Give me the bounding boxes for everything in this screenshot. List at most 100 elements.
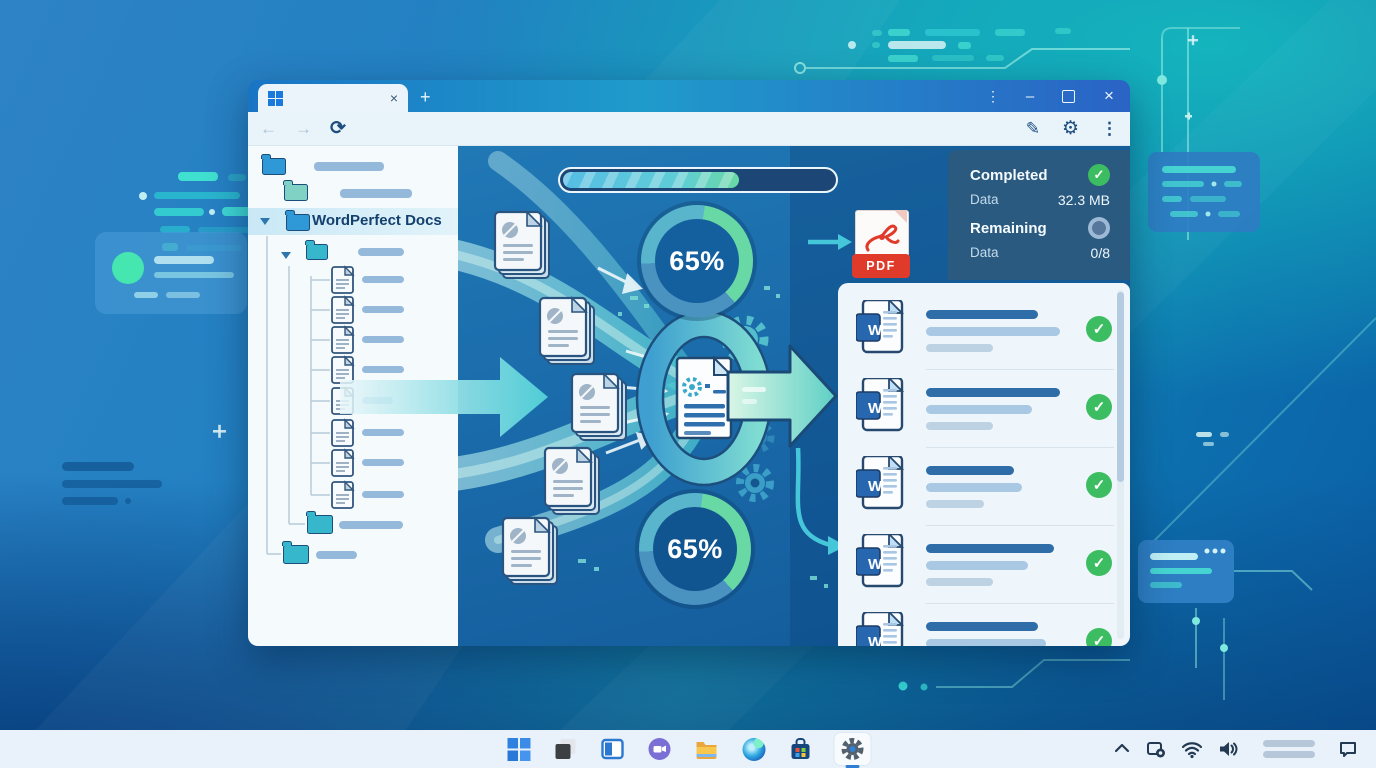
folder-icon bbox=[307, 515, 333, 534]
svg-text:W: W bbox=[868, 322, 883, 339]
gear-icon[interactable]: ⚙ bbox=[1062, 119, 1079, 138]
clock-placeholder[interactable] bbox=[1263, 740, 1315, 758]
file-line-placeholder bbox=[926, 578, 993, 586]
file-title-placeholder bbox=[926, 466, 1014, 475]
tab-close-icon[interactable]: × bbox=[390, 91, 398, 105]
file-explorer-icon[interactable] bbox=[694, 736, 720, 762]
widgets-icon[interactable] bbox=[600, 736, 626, 762]
remaining-status-icon bbox=[1088, 217, 1110, 239]
folder-name-placeholder bbox=[340, 189, 412, 198]
word-file-icon: W bbox=[856, 456, 904, 510]
maximize-button[interactable] bbox=[1053, 80, 1083, 112]
edge-browser-icon[interactable] bbox=[741, 736, 767, 762]
tray-chevron-up-icon[interactable] bbox=[1113, 740, 1131, 758]
progress-ring-bottom-value: 65% bbox=[667, 534, 723, 565]
check-icon: ✓ bbox=[1086, 472, 1112, 498]
stats-panel: Completed ✓ Data 32.3 MB Remaining Data … bbox=[948, 150, 1130, 280]
file-name-placeholder[interactable] bbox=[362, 397, 393, 404]
remaining-data-label: Data bbox=[970, 245, 999, 260]
completed-title: Completed bbox=[970, 167, 1048, 184]
minimize-button[interactable]: – bbox=[1015, 80, 1045, 112]
file-line-placeholder bbox=[926, 500, 984, 508]
check-icon: ✓ bbox=[1086, 550, 1112, 576]
converted-file-row[interactable]: W ✓ bbox=[838, 534, 1130, 612]
converted-file-row[interactable]: W ✓ bbox=[838, 300, 1130, 378]
row-divider bbox=[926, 603, 1114, 604]
folder-icon bbox=[262, 158, 286, 175]
refresh-icon[interactable]: ⟳ bbox=[330, 119, 346, 138]
converted-files-panel: W ✓ W ✓ W bbox=[838, 283, 1130, 646]
notification-bubble-icon[interactable] bbox=[1338, 739, 1358, 759]
file-name-placeholder[interactable] bbox=[362, 366, 404, 373]
progress-bar bbox=[558, 167, 838, 193]
chat-icon[interactable] bbox=[647, 736, 673, 762]
store-icon[interactable] bbox=[788, 736, 814, 762]
row-divider bbox=[926, 525, 1114, 526]
converted-file-row[interactable]: W ✓ bbox=[838, 612, 1130, 646]
file-title-placeholder bbox=[926, 310, 1038, 319]
svg-text:W: W bbox=[868, 634, 883, 646]
file-line-placeholder bbox=[926, 344, 993, 352]
completed-check-icon: ✓ bbox=[1088, 164, 1110, 186]
row-divider bbox=[926, 369, 1114, 370]
file-name-placeholder[interactable] bbox=[362, 276, 404, 283]
completed-data-label: Data bbox=[970, 192, 999, 207]
progress-ring-top-value: 65% bbox=[669, 246, 725, 277]
folder-name-placeholder bbox=[358, 248, 404, 256]
chevron-down-icon[interactable] bbox=[281, 252, 291, 259]
word-file-icon: W bbox=[856, 378, 904, 432]
folder-icon bbox=[286, 214, 310, 231]
file-name-placeholder[interactable] bbox=[362, 306, 404, 313]
file-line-placeholder bbox=[926, 483, 1022, 492]
file-title-placeholder bbox=[926, 622, 1038, 631]
tray-device-icon[interactable] bbox=[1146, 739, 1166, 759]
browser-window: × + ⋮ – × ← → ⟳ ✎ ⚙ ⋮ bbox=[248, 80, 1130, 646]
taskbar-center-icons bbox=[506, 730, 871, 768]
new-tab-button[interactable]: + bbox=[420, 88, 431, 106]
settings-icon-active[interactable] bbox=[835, 733, 871, 765]
browser-tab[interactable]: × bbox=[258, 84, 408, 112]
file-tree-panel: WordPerfect Docs bbox=[248, 146, 458, 646]
acrobat-logo bbox=[862, 220, 902, 254]
start-button[interactable] bbox=[506, 736, 532, 762]
file-line-placeholder bbox=[926, 422, 993, 430]
check-icon: ✓ bbox=[1086, 316, 1112, 342]
chevron-down-icon[interactable] bbox=[260, 218, 270, 225]
more-icon[interactable]: ⋮ bbox=[1101, 120, 1118, 137]
file-name-placeholder[interactable] bbox=[362, 491, 404, 498]
file-name-placeholder[interactable] bbox=[362, 336, 404, 343]
folder-icon bbox=[284, 184, 308, 201]
file-name-placeholder[interactable] bbox=[362, 429, 404, 436]
wifi-icon[interactable] bbox=[1181, 739, 1203, 759]
row-divider bbox=[926, 447, 1114, 448]
folder-name-placeholder bbox=[339, 521, 403, 529]
scrollbar-thumb[interactable] bbox=[1117, 292, 1124, 482]
file-name-placeholder[interactable] bbox=[362, 459, 404, 466]
svg-text:W: W bbox=[868, 400, 883, 417]
selected-folder-label: WordPerfect Docs bbox=[312, 212, 442, 229]
folder-name-placeholder bbox=[314, 162, 384, 171]
converted-file-row[interactable]: W ✓ bbox=[838, 456, 1130, 534]
browser-toolbar: ← → ⟳ ✎ ⚙ ⋮ bbox=[248, 112, 1130, 146]
system-tray bbox=[1113, 730, 1358, 768]
title-bar[interactable]: × + ⋮ – × bbox=[248, 80, 1130, 112]
remaining-title: Remaining bbox=[970, 220, 1047, 237]
edit-icon[interactable]: ✎ bbox=[1026, 120, 1040, 137]
word-file-icon: W bbox=[856, 300, 904, 354]
progress-ring-top: 65% bbox=[641, 205, 753, 317]
pdf-file-icon: PDF bbox=[852, 210, 910, 284]
file-line-placeholder bbox=[926, 639, 1046, 646]
converted-file-row[interactable]: W ✓ bbox=[838, 378, 1130, 456]
file-title-placeholder bbox=[926, 544, 1054, 553]
back-icon[interactable]: ← bbox=[260, 120, 277, 137]
task-view-icon[interactable] bbox=[553, 736, 579, 762]
volume-icon[interactable] bbox=[1218, 739, 1240, 759]
file-line-placeholder bbox=[926, 327, 1060, 336]
check-icon: ✓ bbox=[1086, 628, 1112, 646]
folder-icon bbox=[283, 545, 309, 564]
forward-icon[interactable]: → bbox=[295, 120, 312, 137]
window-menu-icon[interactable]: ⋮ bbox=[978, 80, 1008, 112]
taskbar bbox=[0, 730, 1376, 768]
close-button[interactable]: × bbox=[1094, 80, 1124, 112]
word-file-icon: W bbox=[856, 534, 904, 588]
